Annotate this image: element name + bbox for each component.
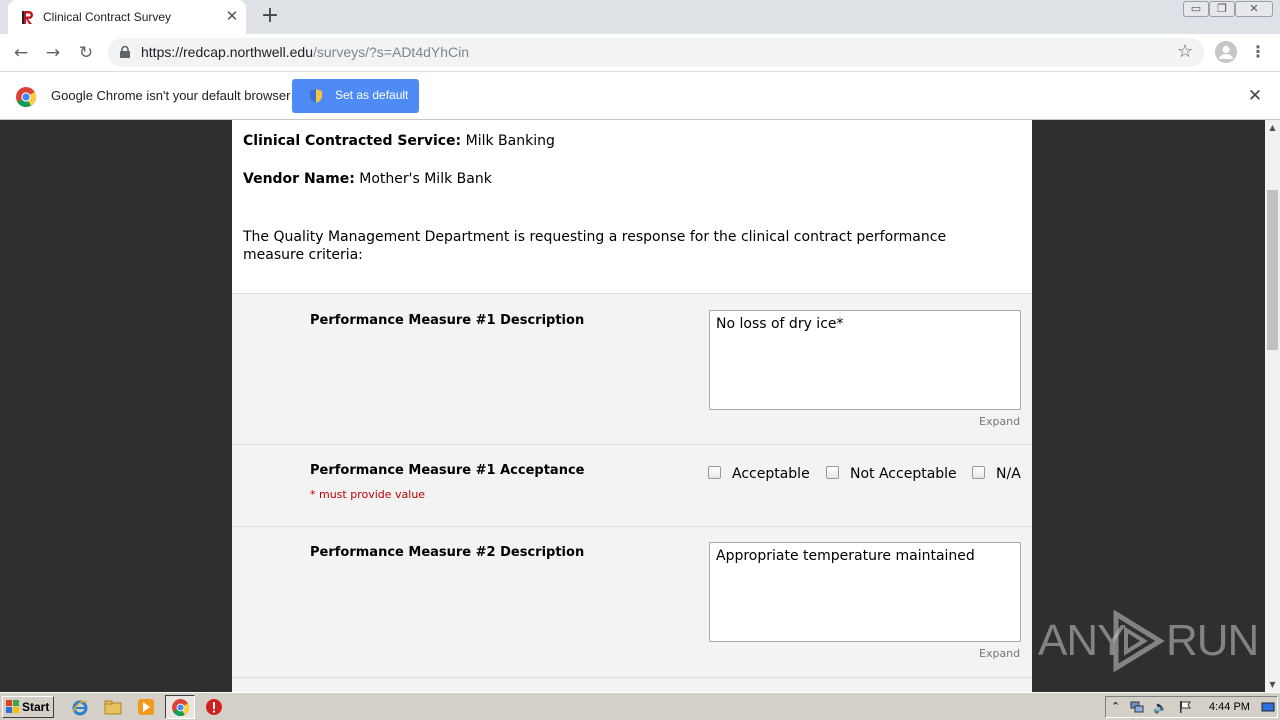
- lock-icon: [120, 46, 130, 58]
- pm1-description-textarea[interactable]: No loss of dry ice*: [709, 310, 1021, 410]
- show-desktop-icon[interactable]: [1261, 700, 1275, 714]
- service-line: Clinical Contracted Service: Milk Bankin…: [243, 133, 555, 149]
- tab-strip: Clinical Contract Survey ✕ + ▭ ❐ ✕: [0, 0, 1280, 34]
- pm2-expand-link[interactable]: Expand: [979, 647, 1020, 660]
- service-value: Milk Banking: [465, 133, 555, 149]
- more-menu-icon[interactable]: ⋮: [1250, 41, 1266, 63]
- option-acceptable-label[interactable]: Acceptable: [732, 466, 810, 482]
- option-not-acceptable-label[interactable]: Not Acceptable: [850, 466, 957, 482]
- restore-button[interactable]: ❐: [1209, 1, 1235, 17]
- checkbox-acceptable[interactable]: [708, 466, 721, 479]
- forward-arrow-icon[interactable]: →: [42, 42, 64, 64]
- redcap-favicon-icon: [22, 11, 33, 24]
- page-scrollbar[interactable]: ▲ ▼: [1265, 120, 1280, 692]
- set-as-default-label: Set as default: [335, 88, 409, 102]
- reload-icon[interactable]: ↻: [75, 42, 97, 64]
- back-arrow-icon[interactable]: ←: [10, 42, 32, 64]
- uac-shield-icon: [310, 89, 322, 103]
- anyrun-watermark: ANY RUN: [1038, 610, 1259, 672]
- scroll-thumb[interactable]: [1267, 190, 1278, 350]
- browser-toolbar: ← → ↻ https://redcap.northwell.edu/surve…: [0, 34, 1280, 71]
- profile-avatar-icon[interactable]: [1215, 41, 1237, 63]
- close-window-button[interactable]: ✕: [1235, 1, 1273, 17]
- start-label: Start: [22, 700, 50, 714]
- vendor-label: Vendor Name:: [243, 171, 355, 187]
- pm1-description-label: Performance Measure #1 Description: [310, 313, 585, 328]
- bookmark-star-icon[interactable]: ☆: [1177, 41, 1193, 62]
- windows-flag-icon: [6, 700, 19, 713]
- survey-intro: The Quality Management Department is req…: [243, 229, 947, 263]
- infobar-message: Google Chrome isn't your default browser: [51, 88, 291, 103]
- infobar-close-icon[interactable]: ✕: [1245, 86, 1265, 106]
- taskbar-clock: 4:44 PM: [1209, 701, 1250, 713]
- tray-expand-icon[interactable]: ⌃: [1111, 700, 1125, 714]
- default-browser-infobar: Google Chrome isn't your default browser…: [0, 71, 1280, 120]
- chrome-logo-icon: [16, 87, 36, 107]
- internet-explorer-icon[interactable]: [71, 698, 89, 716]
- scroll-down-arrow-icon[interactable]: ▼: [1265, 677, 1280, 692]
- pm1-description-row: Performance Measure #1 Description No lo…: [232, 293, 1032, 444]
- checkbox-not-acceptable[interactable]: [826, 466, 839, 479]
- required-note: * must provide value: [310, 488, 426, 501]
- start-button[interactable]: Start: [2, 696, 54, 718]
- volume-icon[interactable]: 🔈: [1153, 700, 1168, 714]
- page-viewport: Clinical Contracted Service: Milk Bankin…: [0, 120, 1265, 692]
- vendor-line: Vendor Name: Mother's Milk Bank: [243, 171, 492, 187]
- tab-clinical-contract-survey[interactable]: Clinical Contract Survey ✕: [8, 0, 246, 34]
- stop-sign-icon[interactable]: [205, 698, 223, 716]
- next-row: [232, 677, 1032, 692]
- tab-title: Clinical Contract Survey: [43, 10, 172, 24]
- option-na-label[interactable]: N/A: [996, 466, 1021, 482]
- chrome-taskbar-icon: [172, 699, 189, 716]
- watermark-run: RUN: [1166, 616, 1259, 665]
- checkbox-na[interactable]: [972, 466, 985, 479]
- vendor-value: Mother's Milk Bank: [359, 171, 492, 187]
- pm2-description-label: Performance Measure #2 Description: [310, 545, 585, 560]
- url-text: https://redcap.northwell.edu/surveys/?s=…: [141, 44, 470, 60]
- service-label: Clinical Contracted Service:: [243, 133, 462, 149]
- tab-close-icon[interactable]: ✕: [224, 8, 240, 24]
- windows-taskbar: Start ⌃ 🔈 4:44 PM: [0, 692, 1280, 720]
- pm1-expand-link[interactable]: Expand: [979, 415, 1020, 428]
- play-logo-icon: [1113, 610, 1165, 672]
- minimize-button[interactable]: ▭: [1183, 1, 1209, 17]
- pm2-description-textarea[interactable]: Appropriate temperature maintained: [709, 542, 1021, 642]
- media-player-icon[interactable]: [137, 698, 155, 716]
- pm2-description-row: Performance Measure #2 Description Appro…: [232, 526, 1032, 677]
- new-tab-button[interactable]: +: [259, 5, 281, 27]
- system-tray: ⌃ 🔈 4:44 PM: [1105, 696, 1278, 718]
- survey-container: Clinical Contracted Service: Milk Bankin…: [232, 120, 1032, 692]
- pm1-acceptance-row: Performance Measure #1 Acceptance * must…: [232, 444, 1032, 526]
- network-icon[interactable]: [1130, 700, 1144, 714]
- address-bar[interactable]: https://redcap.northwell.edu/surveys/?s=…: [108, 38, 1204, 67]
- set-as-default-button[interactable]: Set as default: [292, 79, 419, 113]
- pm1-acceptance-label: Performance Measure #1 Acceptance: [310, 463, 585, 478]
- file-explorer-icon[interactable]: [104, 698, 122, 716]
- action-center-flag-icon[interactable]: [1178, 700, 1192, 714]
- taskbar-chrome-button[interactable]: [165, 695, 195, 719]
- scroll-up-arrow-icon[interactable]: ▲: [1265, 120, 1280, 135]
